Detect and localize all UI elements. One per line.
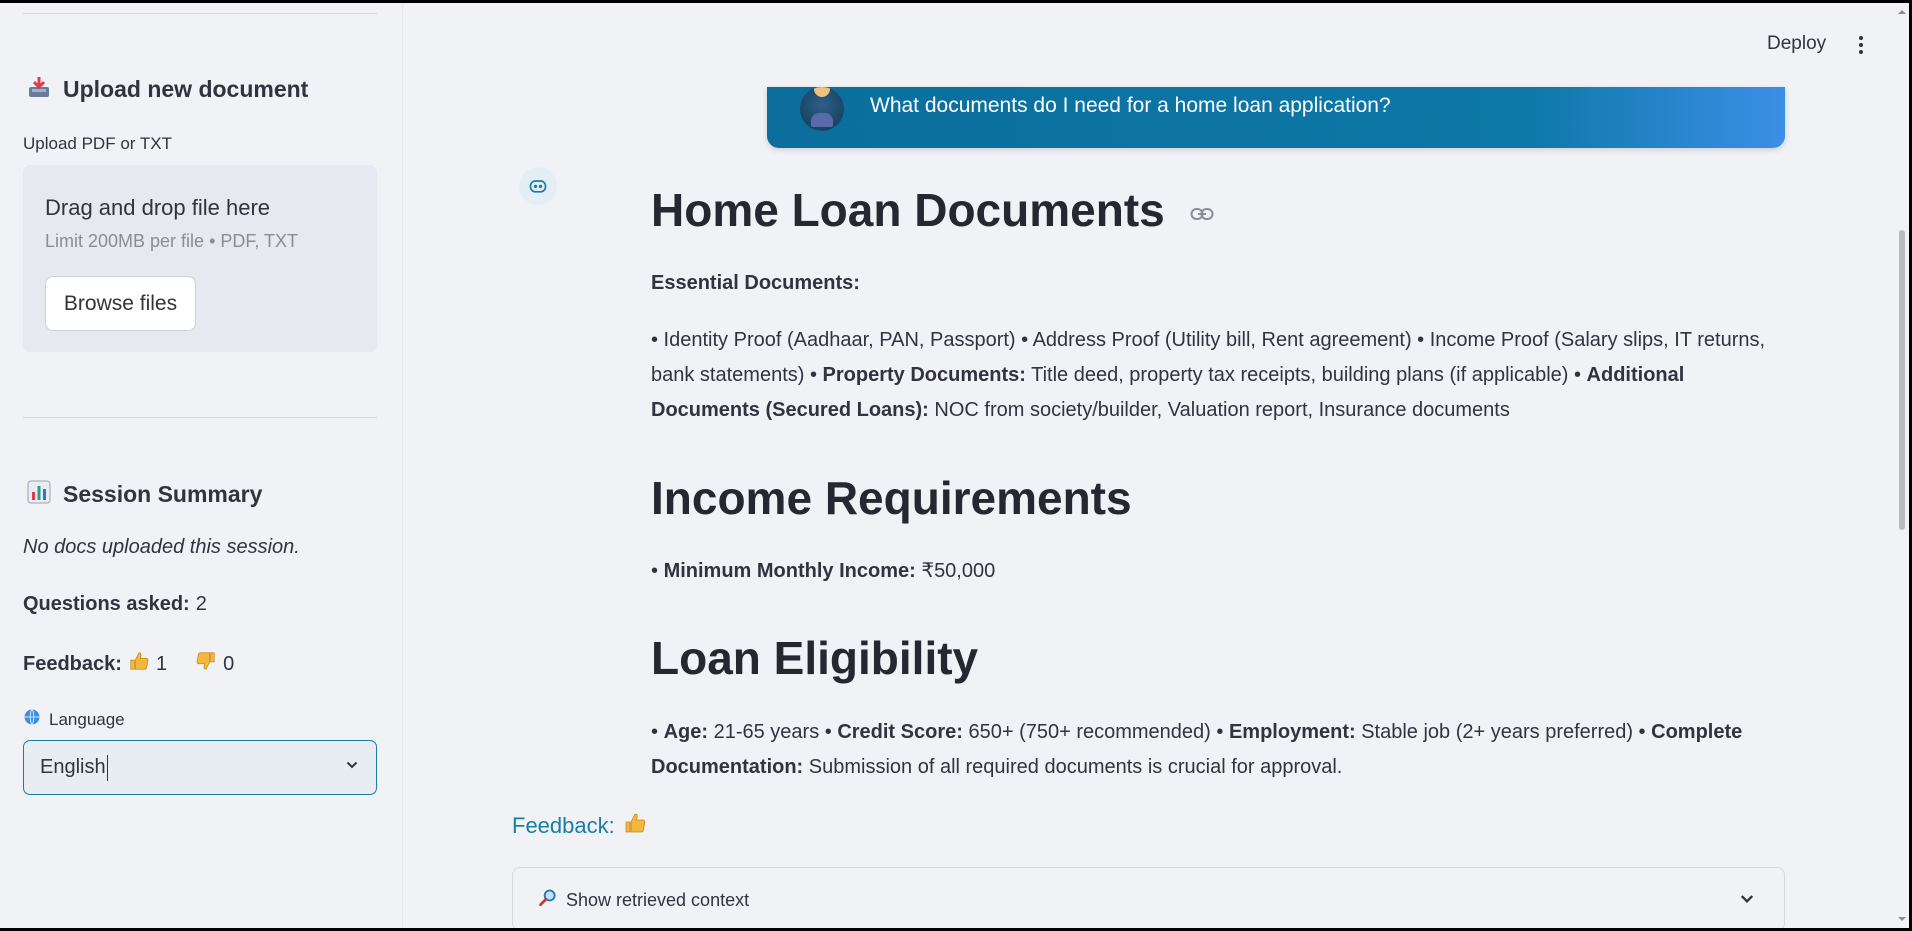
answer-heading-eligibility: Loan Eligibility xyxy=(651,632,979,684)
p2-part-a: • xyxy=(651,560,664,582)
thumbs-down-count: 0 xyxy=(223,652,235,675)
file-dropzone[interactable]: Drag and drop file here Limit 200MB per … xyxy=(23,165,377,352)
p3-part-b: Age: xyxy=(663,721,709,743)
thumbs-up-count: 1 xyxy=(155,652,168,675)
expander-label-text: Show retrieved context xyxy=(566,890,750,910)
user-message-bubble: What documents do I need for a home loan… xyxy=(767,87,1785,148)
user-message-text: What documents do I need for a home loan… xyxy=(870,94,1391,117)
magnifier-icon xyxy=(538,888,558,913)
bar-chart-icon xyxy=(27,480,51,509)
p3-part-f: Employment: xyxy=(1228,721,1356,743)
answer-paragraph-eligibility: • Age: 21-65 years • Credit Score: 650+ … xyxy=(651,715,1786,785)
questions-asked: Questions asked: 2 xyxy=(23,593,207,616)
questions-value: 2 xyxy=(195,593,207,615)
retrieved-context-expander[interactable]: Show retrieved context xyxy=(512,867,1785,928)
upload-label: Upload PDF or TXT xyxy=(23,134,172,153)
inbox-tray-icon xyxy=(27,75,51,104)
no-docs-text: No docs uploaded this session. xyxy=(23,536,300,558)
robot-icon xyxy=(529,180,547,193)
p2-part-c: ₹50,000 xyxy=(915,560,996,582)
chevron-down-icon[interactable] xyxy=(346,759,358,771)
answer-feedback-label: Feedback: xyxy=(512,813,615,838)
language-select[interactable]: English xyxy=(23,740,377,795)
browse-files-button[interactable]: Browse files xyxy=(45,276,196,331)
dropzone-limit: Limit 200MB per file • PDF, TXT xyxy=(45,231,299,251)
sidebar-divider-top xyxy=(23,13,377,14)
p3-part-d: Credit Score: xyxy=(837,721,963,743)
globe-icon xyxy=(23,708,41,731)
answer-paragraph-income: • Minimum Monthly Income: ₹50,000 xyxy=(651,554,1786,589)
chevron-down-icon[interactable] xyxy=(1740,892,1754,906)
user-avatar xyxy=(800,87,844,131)
text-caret xyxy=(106,754,108,781)
scroll-down-arrow-icon[interactable] xyxy=(1897,914,1907,924)
p1-part-c: Title deed, property tax receipts, build… xyxy=(1025,364,1587,386)
feedback-summary-label: Feedback: xyxy=(23,652,122,675)
assistant-avatar xyxy=(519,167,557,205)
scroll-up-arrow-icon[interactable] xyxy=(1897,7,1907,17)
link-icon[interactable] xyxy=(1190,207,1214,221)
questions-label: Questions asked: xyxy=(23,593,190,615)
p3-part-g: Stable job (2+ years preferred) • xyxy=(1355,721,1652,743)
answer-heading-income: Income Requirements xyxy=(651,472,1132,524)
upload-heading: Upload new document xyxy=(27,75,308,104)
p3-part-a: • xyxy=(651,721,664,743)
p3-part-i: Submission of all required documents is … xyxy=(803,756,1343,778)
feedback-summary: Feedback: 1 0 xyxy=(23,650,234,678)
expander-label: Show retrieved context xyxy=(538,888,749,913)
sidebar: Upload new document Upload PDF or TXT Dr… xyxy=(0,3,403,928)
answer-paragraph-documents: • Identity Proof (Aadhaar, PAN, Passport… xyxy=(651,323,1786,428)
p2-part-b: Minimum Monthly Income: xyxy=(663,560,916,582)
essential-label-text: Essential Documents: xyxy=(651,272,860,294)
dropzone-title: Drag and drop file here xyxy=(45,195,271,220)
heading-text: Home Loan Documents xyxy=(651,184,1165,236)
sidebar-divider-middle xyxy=(23,417,377,418)
summary-heading-text: Session Summary xyxy=(63,481,263,507)
app-window: Upload new document Upload PDF or TXT Dr… xyxy=(0,3,1909,928)
answer-feedback: Feedback: xyxy=(512,811,647,841)
p1-part-e: NOC from society/builder, Valuation repo… xyxy=(928,399,1510,421)
language-label: Language xyxy=(23,708,125,731)
language-value: English xyxy=(40,756,106,778)
essential-label: Essential Documents: xyxy=(651,266,1786,301)
upload-heading-text: Upload new document xyxy=(63,76,309,102)
deploy-button[interactable]: Deploy xyxy=(1767,33,1826,55)
p3-part-c: 21-65 years • xyxy=(708,721,838,743)
scrollbar-thumb[interactable] xyxy=(1899,230,1905,530)
language-label-text: Language xyxy=(49,709,125,729)
main-menu-icon[interactable] xyxy=(1858,36,1864,58)
summary-heading: Session Summary xyxy=(27,480,262,509)
p3-part-e: 650+ (750+ recommended) • xyxy=(962,721,1229,743)
thumbs-up-icon xyxy=(128,650,150,678)
thumbs-down-icon xyxy=(195,650,217,678)
p1-part-b: Property Documents: xyxy=(822,364,1026,386)
thumbs-up-icon[interactable] xyxy=(623,811,647,841)
answer-heading-documents: Home Loan Documents xyxy=(651,183,1214,237)
